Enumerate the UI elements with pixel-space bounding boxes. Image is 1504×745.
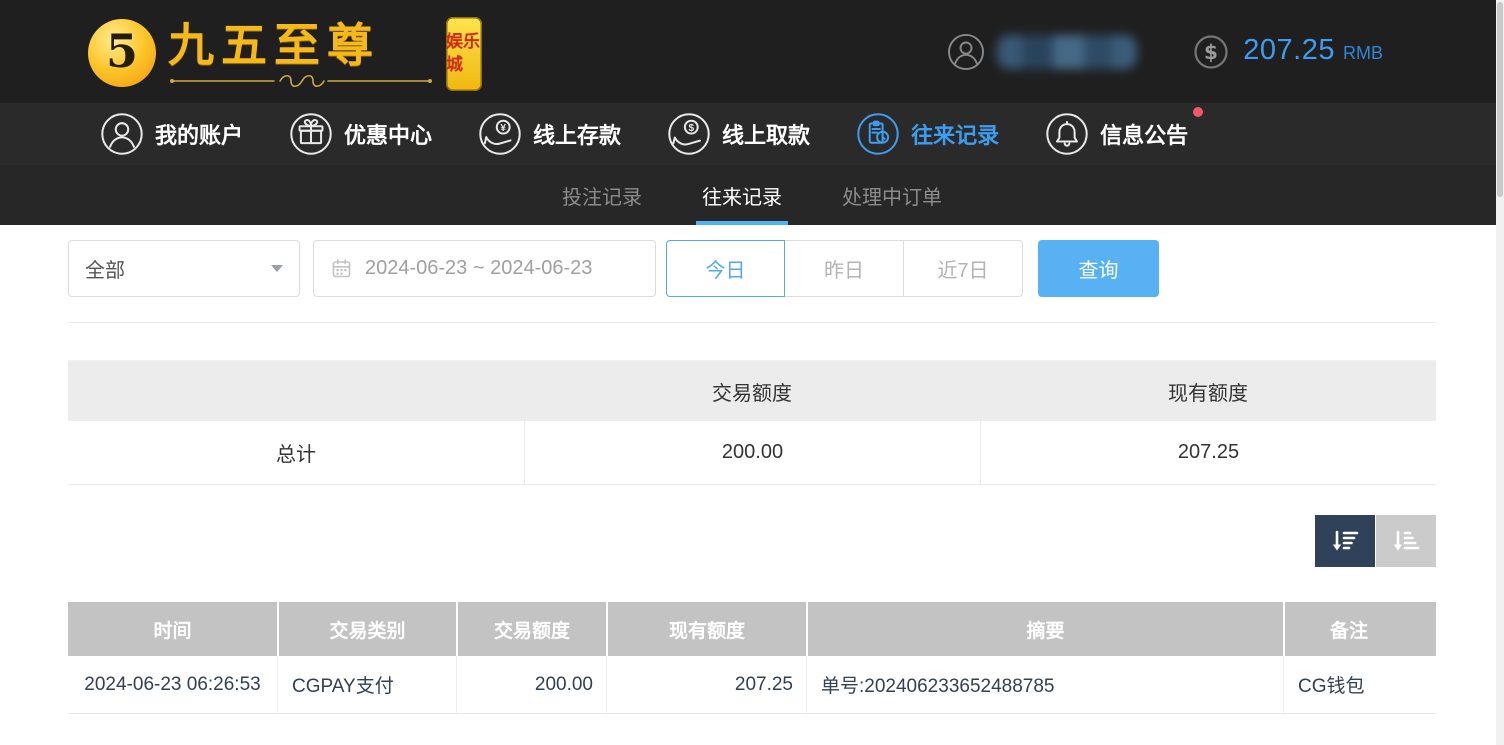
balance-amount: 207.25 [1243, 34, 1335, 67]
summary-total-row: 总计 200.00 207.25 [68, 421, 1436, 485]
transaction-records-icon [856, 112, 900, 156]
summary-total-transaction-amount: 200.00 [524, 421, 980, 484]
col-header-summary: 摘要 [806, 602, 1283, 656]
withdraw-hand-coin-icon: $ [667, 112, 711, 156]
sort-ascending-button[interactable] [1376, 515, 1436, 567]
col-header-current-balance: 现有额度 [606, 602, 806, 656]
sort-descending-button[interactable] [1315, 515, 1375, 567]
gift-icon [289, 112, 333, 156]
tab-betting-records[interactable]: 投注记录 [558, 165, 646, 225]
avatar-icon [947, 33, 985, 71]
summary-header-empty [68, 361, 524, 421]
nav-item-transaction-records[interactable]: 往来记录 [856, 112, 999, 156]
nav-item-deposit[interactable]: ¥ 线上存款 [478, 112, 621, 156]
cell-transaction-type: CGPAY支付 [277, 656, 456, 713]
tab-processing-orders[interactable]: 处理中订单 [838, 165, 946, 225]
date-range-input[interactable]: 2024-06-23 ~ 2024-06-23 [313, 240, 656, 297]
deposit-hand-coin-icon: ¥ [478, 112, 522, 156]
filter-bar: 全部 2024-06-23 ~ 2024-06-23 今日 昨日 近7日 查询 [68, 240, 1436, 297]
top-header: 5 九五至尊 娱乐城 [0, 0, 1504, 103]
brand-logo[interactable]: 5 九五至尊 娱乐城 [88, 13, 482, 91]
wallet-balance[interactable]: $ 207.25 RMB [1193, 34, 1383, 70]
quick-date-group: 今日 昨日 近7日 [666, 240, 1023, 297]
type-select[interactable]: 全部 [68, 240, 300, 297]
vertical-scrollbar[interactable] [1496, 0, 1504, 745]
calendar-icon [331, 258, 352, 279]
type-select-value: 全部 [85, 254, 125, 283]
user-icon [100, 112, 144, 156]
cell-summary: 单号:202406233652488785 [806, 656, 1283, 713]
quick-yesterday-button[interactable]: 昨日 [785, 240, 904, 297]
records-tabbar: 投注记录 往来记录 处理中订单 [0, 165, 1504, 225]
quick-week-button[interactable]: 近7日 [904, 240, 1023, 297]
nav-item-announcements[interactable]: 信息公告 [1045, 112, 1188, 156]
nav-item-promotions[interactable]: 优惠中心 [289, 112, 432, 156]
query-button[interactable]: 查询 [1038, 240, 1159, 297]
sort-controls [68, 515, 1436, 567]
summary-header-current-balance: 现有额度 [980, 361, 1436, 421]
sort-ascending-icon [1391, 529, 1421, 554]
brand-flourish-ornament [168, 73, 434, 89]
nav-item-my-account[interactable]: 我的账户 [100, 112, 243, 156]
notification-dot [1193, 107, 1203, 117]
main-navigation: 我的账户 优惠中心 ¥ 线上存款 $ 线上取款 [0, 103, 1504, 165]
records-table: 时间 交易类别 交易额度 现有额度 摘要 备注 2024-06-23 06:26… [68, 602, 1436, 714]
col-header-transaction-type: 交易类别 [277, 602, 456, 656]
balance-currency: RMB [1343, 43, 1383, 64]
bell-icon [1045, 112, 1089, 156]
username-redacted [997, 35, 1137, 69]
cell-current-balance: 207.25 [606, 656, 806, 713]
summary-total-label: 总计 [68, 421, 524, 484]
brand-title: 九五至尊 [168, 21, 434, 69]
col-header-transaction-amount: 交易额度 [456, 602, 606, 656]
table-row: 2024-06-23 06:26:53 CGPAY支付 200.00 207.2… [68, 656, 1436, 714]
brand-logo-glyph: 5 [106, 24, 138, 78]
user-account-chip[interactable] [947, 33, 1137, 71]
svg-text:$: $ [1204, 40, 1218, 64]
cell-remarks: CG钱包 [1283, 656, 1413, 713]
svg-text:$: $ [689, 123, 695, 134]
summary-total-current-balance: 207.25 [980, 421, 1436, 484]
nav-item-withdraw[interactable]: $ 线上取款 [667, 112, 810, 156]
cell-time: 2024-06-23 06:26:53 [68, 656, 277, 713]
records-table-header: 时间 交易类别 交易额度 现有额度 摘要 备注 [68, 602, 1436, 656]
quick-today-button[interactable]: 今日 [666, 240, 785, 297]
summary-table-header: 交易额度 现有额度 [68, 361, 1436, 421]
col-header-time: 时间 [68, 602, 277, 656]
section-divider [68, 322, 1436, 323]
summary-table: 交易额度 现有额度 总计 200.00 207.25 [68, 360, 1436, 485]
tab-transaction-records[interactable]: 往来记录 [698, 165, 786, 225]
scrollbar-thumb[interactable] [1497, 2, 1503, 197]
date-range-value: 2024-06-23 ~ 2024-06-23 [365, 257, 592, 280]
col-header-remarks: 备注 [1283, 602, 1413, 656]
chevron-down-icon [271, 265, 283, 272]
dollar-coin-icon: $ [1193, 34, 1229, 70]
cell-transaction-amount: 200.00 [456, 656, 606, 713]
summary-header-transaction-amount: 交易额度 [524, 361, 980, 421]
sort-descending-icon [1330, 529, 1360, 554]
brand-circle-logo: 5 [88, 19, 156, 87]
svg-text:¥: ¥ [500, 123, 506, 134]
brand-badge: 娱乐城 [446, 17, 482, 91]
